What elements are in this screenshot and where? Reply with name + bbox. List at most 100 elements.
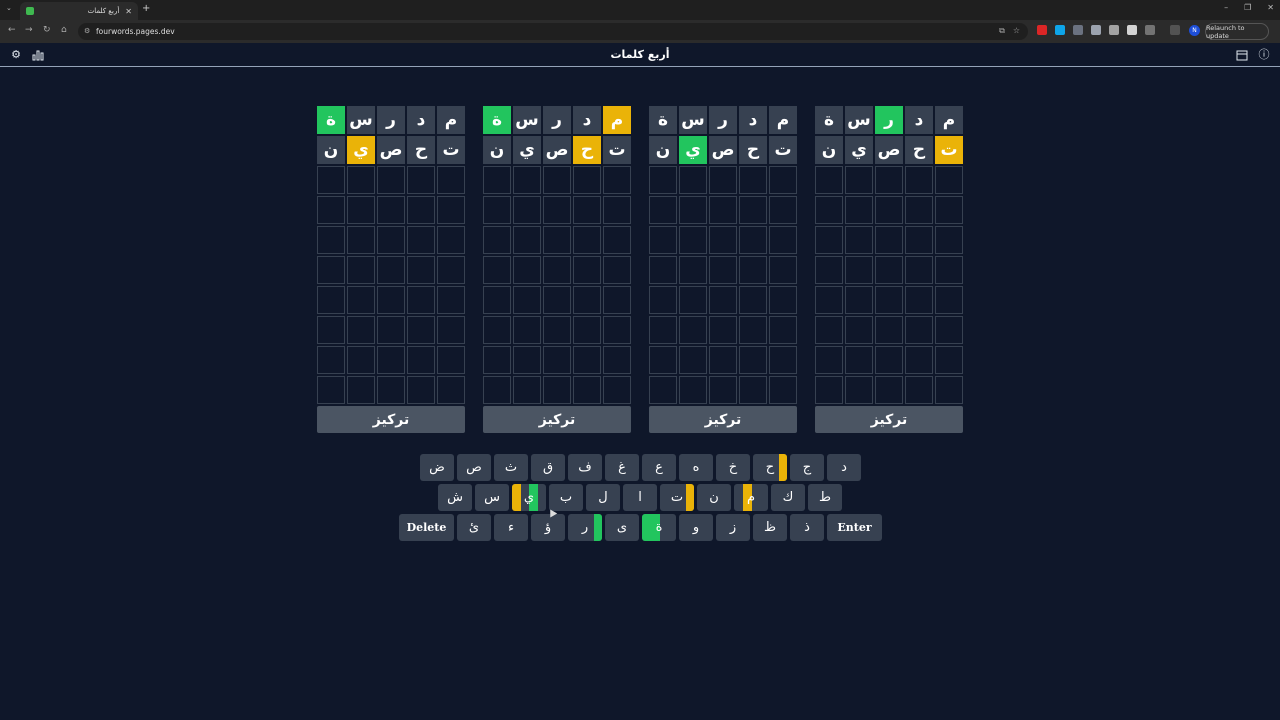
extension-icon[interactable] [1091,25,1101,35]
board-grid: ةسردم نيصحت [483,106,631,404]
letter-key[interactable]: ق [531,454,565,481]
board-cell [649,256,677,284]
key-label: ظ [763,520,777,535]
board-cell [769,346,797,374]
reload-icon[interactable]: ↻ [43,25,51,35]
board-cell [573,346,601,374]
install-icon[interactable]: ⧉ [999,26,1005,36]
focus-button[interactable]: تركيز [483,406,631,433]
key-label: ي [523,490,535,505]
letter-key[interactable]: ؤ [531,514,565,541]
extension-icon[interactable] [1073,25,1083,35]
letter-key[interactable]: ل [586,484,620,511]
help-info-icon[interactable]: ⓘ [1258,49,1270,61]
key-label: ط [818,490,832,505]
board-cell [407,316,435,344]
board-cell [483,226,511,254]
letter-key[interactable]: ز [716,514,750,541]
browser-tab[interactable]: أربع كلمات ✕ [20,2,138,20]
extension-icon[interactable] [1170,25,1180,35]
address-bar[interactable]: ⚙ fourwords.pages.dev ⧉ ☆ [78,23,1028,40]
home-icon[interactable]: ⌂ [61,25,67,35]
extension-icon[interactable] [1127,25,1137,35]
close-window-icon[interactable]: ✕ [1267,3,1274,12]
board-cell [649,346,677,374]
letter-key[interactable]: و [679,514,713,541]
board-cell: ي [679,136,707,164]
forward-icon[interactable]: → [25,25,33,35]
letter-key[interactable]: ء [494,514,528,541]
letter-key[interactable]: ه [679,454,713,481]
minimize-icon[interactable]: – [1224,3,1228,12]
key-label: ذ [804,520,810,535]
letter-key[interactable]: ظ [753,514,787,541]
board-cell [483,256,511,284]
calendar-icon[interactable] [1236,49,1248,61]
board-cell [437,196,465,224]
letter-key[interactable]: خ [716,454,750,481]
extension-icon[interactable] [1055,25,1065,35]
letter-key[interactable]: ن [697,484,731,511]
focus-button[interactable]: تركيز [815,406,963,433]
letter-key[interactable]: ج [790,454,824,481]
extension-icon[interactable] [1109,25,1119,35]
letter-key[interactable]: ص [457,454,491,481]
site-info-icon[interactable]: ⚙ [84,27,90,35]
relaunch-button[interactable]: Relaunch to update [1205,23,1269,40]
board-cell [437,316,465,344]
extension-icon[interactable] [1037,25,1047,35]
key-label: غ [618,460,626,475]
board-cell [513,226,541,254]
board-cell: د [739,106,767,134]
letter-key[interactable]: ح [753,454,787,481]
board-cell [875,346,903,374]
letter-key[interactable]: ي [512,484,546,511]
letter-key[interactable]: ف [568,454,602,481]
board-cell [347,346,375,374]
letter-key[interactable]: غ [605,454,639,481]
board-cell [875,226,903,254]
board-cell: ة [649,106,677,134]
letter-key[interactable]: ك [771,484,805,511]
focus-button[interactable]: تركيز [649,406,797,433]
board-cell [513,316,541,344]
extensions-puzzle-icon[interactable] [1145,25,1155,35]
letter-key[interactable]: س [475,484,509,511]
letter-key[interactable]: ا [623,484,657,511]
letter-key[interactable]: ط [808,484,842,511]
board-cell [437,286,465,314]
letter-key[interactable]: ث [494,454,528,481]
board-cell [845,286,873,314]
board-cell [513,346,541,374]
key-label: و [692,520,700,535]
back-icon[interactable]: ← [8,25,16,35]
letter-key[interactable]: ر [568,514,602,541]
letter-key[interactable]: ض [420,454,454,481]
letter-key[interactable]: ع [642,454,676,481]
board-3: ةسردم نيصحت [649,106,797,404]
letter-key[interactable]: ة [642,514,676,541]
letter-key[interactable]: ئ [457,514,491,541]
letter-key[interactable]: ب [549,484,583,511]
focus-button[interactable]: تركيز [317,406,465,433]
board-cell [709,226,737,254]
profile-avatar[interactable]: N [1189,25,1200,36]
letter-key[interactable]: ذ [790,514,824,541]
letter-key[interactable]: ش [438,484,472,511]
board-cell [407,256,435,284]
tab-search-icon[interactable]: ⌄ [6,4,12,12]
close-tab-icon[interactable]: ✕ [125,7,132,16]
new-tab-icon[interactable]: + [142,3,150,14]
letter-key[interactable]: ى [605,514,639,541]
letter-key[interactable]: د [827,454,861,481]
enter-key[interactable]: Enter [827,514,882,541]
letter-key[interactable]: م [734,484,768,511]
delete-key[interactable]: Delete [399,514,454,541]
key-label: ا [638,490,642,505]
letter-key[interactable]: ت [660,484,694,511]
board-cell [407,196,435,224]
board-grid: ةسردم نيصحت [815,106,963,404]
restore-icon[interactable]: ❐ [1244,3,1251,12]
bookmark-star-icon[interactable]: ☆ [1013,26,1020,36]
key-label: ش [447,490,463,505]
